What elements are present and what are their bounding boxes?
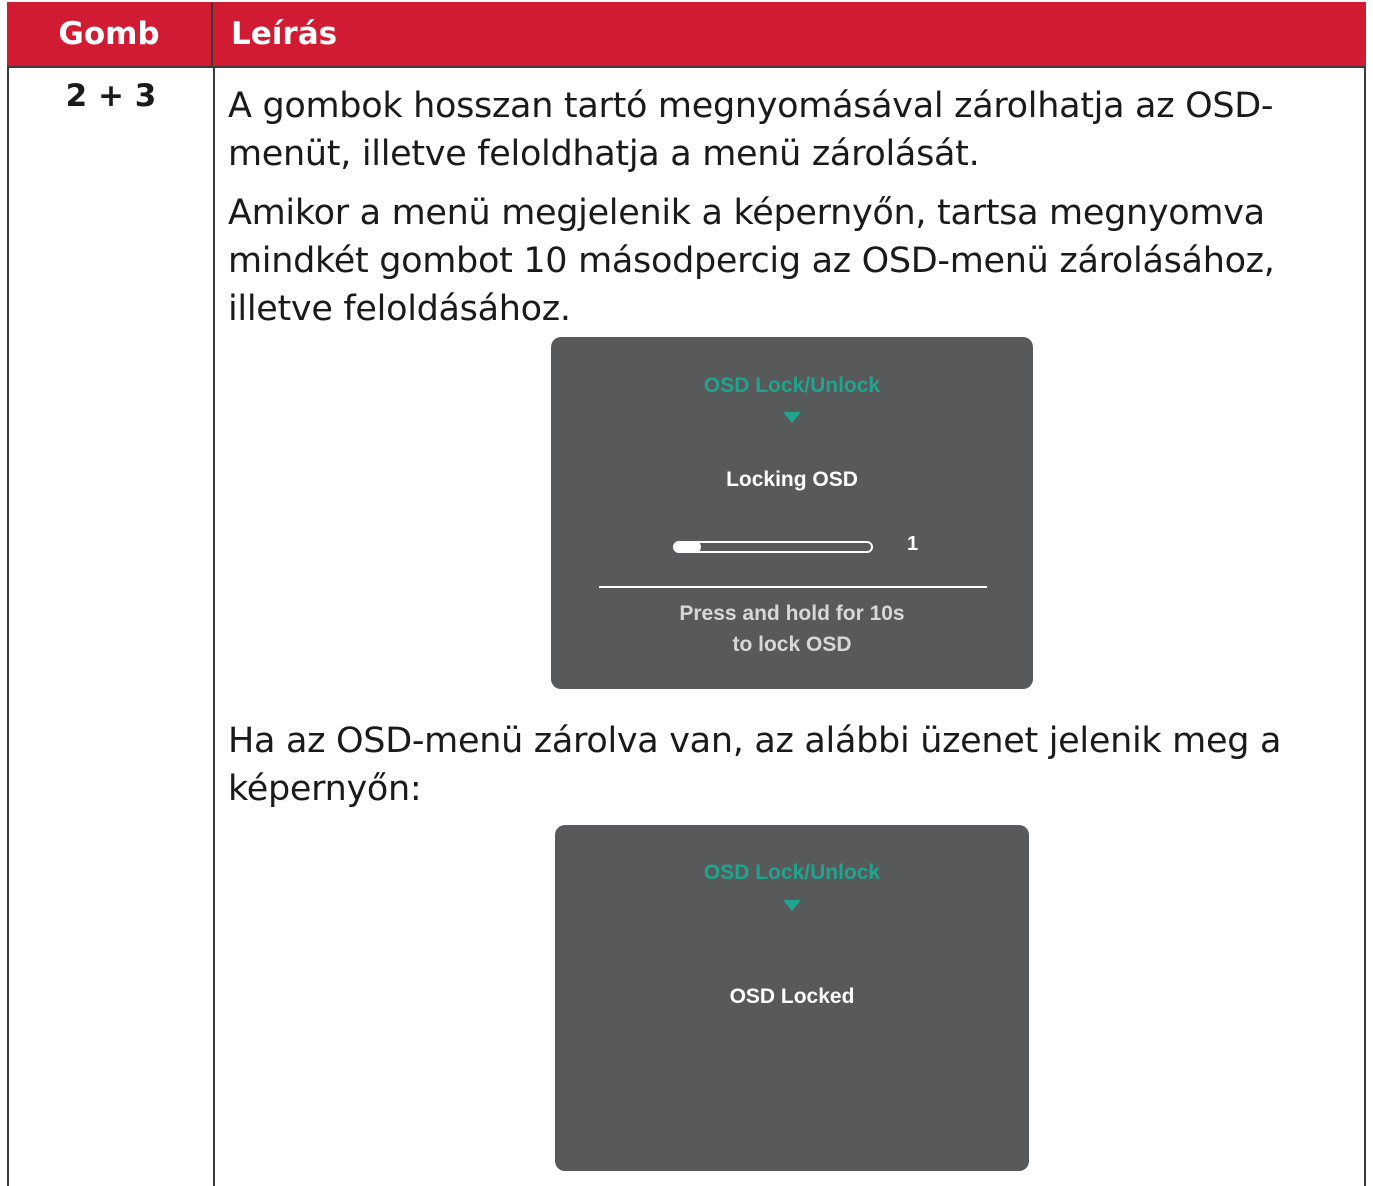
osd-hint-line-1: Press and hold for 10s [679, 602, 905, 625]
osd-locked-screen: OSD Lock/Unlock OSD Locked [555, 825, 1029, 1171]
lock-progress-slider [673, 541, 873, 553]
column-divider [213, 66, 215, 1186]
description-paragraph-2: Amikor a menü megjelenik a képernyőn, ta… [228, 193, 1275, 329]
down-arrow-icon [783, 900, 801, 911]
osd-locking-screen: OSD Lock/Unlock Locking OSD 1 Press and … [551, 337, 1033, 689]
description-paragraph-1: A gombok hosszan tartó megnyomásával zár… [228, 86, 1274, 174]
slider-value: 1 [907, 533, 919, 555]
key-description-table: Gomb Leírás 2 + 3 A gombok hosszan tartó… [7, 2, 1366, 1186]
table-header: Gomb Leírás [7, 2, 1366, 68]
osd-status-label: Locking OSD [726, 468, 858, 491]
osd-hint: Press and hold for 10s to lock OSD [551, 598, 1033, 660]
osd-hint-line-2: to lock OSD [732, 633, 852, 656]
osd-title: OSD Lock/Unlock [703, 861, 881, 884]
slider-knob [688, 541, 701, 553]
key-combination: 2 + 3 [65, 78, 157, 114]
description-paragraph-3: Ha az OSD-menü zárolva van, az alábbi üz… [228, 721, 1282, 809]
header-key-column: Gomb [7, 2, 213, 66]
down-arrow-icon [783, 412, 801, 423]
osd-divider [599, 586, 987, 588]
osd-status-label: OSD Locked [729, 985, 855, 1008]
header-description-column: Leírás [231, 16, 338, 52]
osd-title: OSD Lock/Unlock [703, 374, 881, 397]
